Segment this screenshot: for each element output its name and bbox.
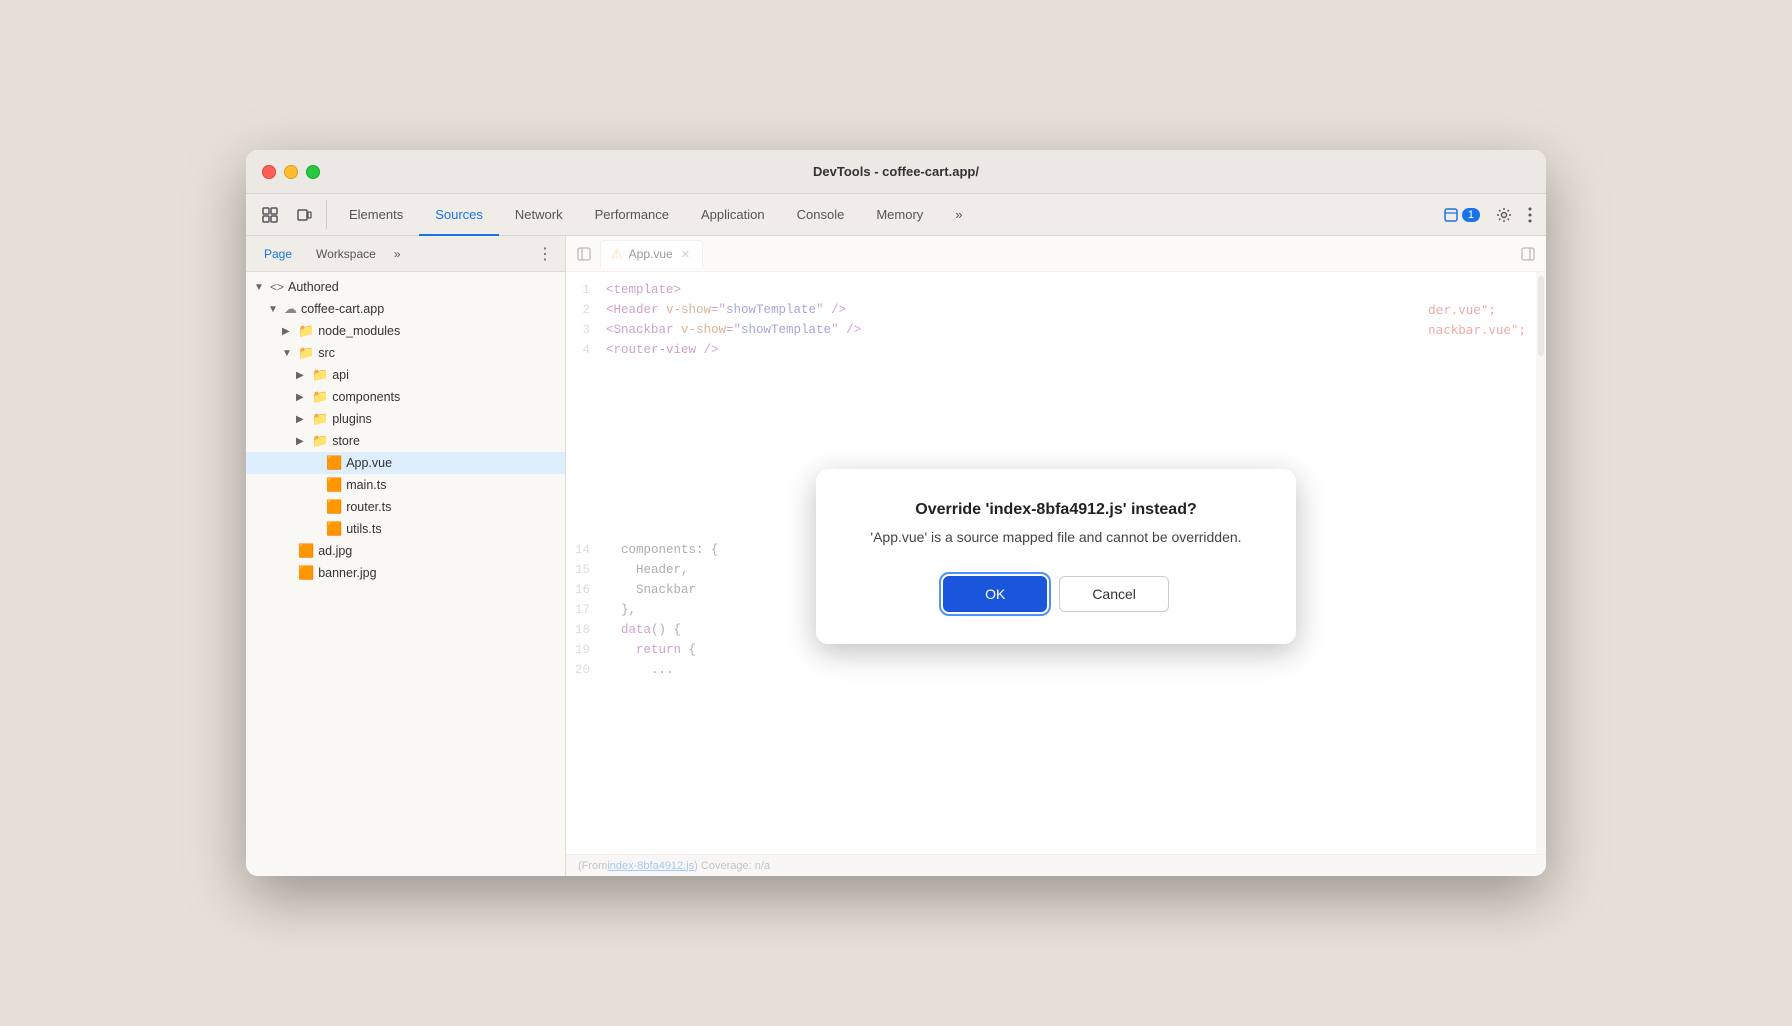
dialog-cancel-button[interactable]: Cancel bbox=[1059, 576, 1169, 612]
sidebar: Page Workspace » ⋮ ▼ <> Authored ▼ bbox=[246, 236, 566, 876]
dialog: Override 'index-8bfa4912.js' instead? 'A… bbox=[816, 469, 1296, 644]
sidebar-menu-button[interactable]: ⋮ bbox=[533, 242, 557, 266]
components-folder-icon: 📁 bbox=[312, 389, 328, 405]
sidebar-tab-page[interactable]: Page bbox=[254, 243, 302, 265]
dialog-message: 'App.vue' is a source mapped file and ca… bbox=[856, 527, 1256, 548]
tree-src[interactable]: ▼ 📁 src bbox=[246, 342, 565, 364]
src-folder-icon: 📁 bbox=[298, 345, 314, 361]
tree-authored[interactable]: ▼ <> Authored bbox=[246, 276, 565, 298]
tab-network[interactable]: Network bbox=[499, 195, 579, 236]
titlebar: DevTools - coffee-cart.app/ bbox=[246, 150, 1546, 194]
tab-application[interactable]: Application bbox=[685, 195, 781, 236]
node-modules-label: node_modules bbox=[318, 324, 400, 338]
coffee-cart-label: coffee-cart.app bbox=[301, 302, 384, 316]
more-options-button[interactable] bbox=[1522, 201, 1538, 229]
api-folder-icon: 📁 bbox=[312, 367, 328, 383]
api-label: api bbox=[332, 368, 349, 382]
node-modules-arrow: ▶ bbox=[282, 326, 296, 337]
tree-node-modules[interactable]: ▶ 📁 node_modules bbox=[246, 320, 565, 342]
banner-jpg-file-icon: 🟧 bbox=[298, 565, 314, 581]
tree-store[interactable]: ▶ 📁 store bbox=[246, 430, 565, 452]
file-tree: ▼ <> Authored ▼ ☁ coffee-cart.app ▶ 📁 no… bbox=[246, 272, 565, 876]
tree-api[interactable]: ▶ 📁 api bbox=[246, 364, 565, 386]
tree-plugins[interactable]: ▶ 📁 plugins bbox=[246, 408, 565, 430]
tab-more[interactable]: » bbox=[939, 195, 978, 236]
tab-memory[interactable]: Memory bbox=[860, 195, 939, 236]
app-vue-file-icon: 🟧 bbox=[326, 455, 342, 471]
folder-icon: 📁 bbox=[298, 323, 314, 339]
components-arrow: ▶ bbox=[296, 392, 310, 403]
window-title: DevTools - coffee-cart.app/ bbox=[813, 164, 979, 179]
tree-app-vue[interactable]: ▶ 🟧 App.vue bbox=[246, 452, 565, 474]
sidebar-tab-workspace[interactable]: Workspace bbox=[306, 243, 386, 265]
utils-ts-file-icon: 🟧 bbox=[326, 521, 342, 537]
dialog-ok-button[interactable]: OK bbox=[943, 576, 1047, 612]
plugins-arrow: ▶ bbox=[296, 414, 310, 425]
tree-ad-jpg[interactable]: ▶ 🟧 ad.jpg bbox=[246, 540, 565, 562]
components-label: components bbox=[332, 390, 400, 404]
cloud-icon: ☁ bbox=[284, 301, 297, 317]
main-ts-file-icon: 🟧 bbox=[326, 477, 342, 493]
toolbar-separator bbox=[326, 200, 327, 229]
main-content: Page Workspace » ⋮ ▼ <> Authored ▼ bbox=[246, 236, 1546, 876]
sidebar-tab-more[interactable]: » bbox=[390, 245, 405, 263]
store-folder-icon: 📁 bbox=[312, 433, 328, 449]
app-vue-label: App.vue bbox=[346, 456, 392, 470]
store-arrow: ▶ bbox=[296, 436, 310, 447]
device-icon[interactable] bbox=[288, 194, 320, 235]
router-ts-label: router.ts bbox=[346, 500, 391, 514]
maximize-button[interactable] bbox=[306, 165, 320, 179]
dialog-buttons: OK Cancel bbox=[856, 576, 1256, 612]
tab-sources[interactable]: Sources bbox=[419, 195, 499, 236]
sidebar-actions: ⋮ bbox=[533, 242, 557, 266]
authored-label: Authored bbox=[288, 280, 339, 294]
banner-jpg-label: banner.jpg bbox=[318, 566, 376, 580]
sidebar-tab-bar: Page Workspace » ⋮ bbox=[246, 236, 565, 272]
src-label: src bbox=[318, 346, 335, 360]
src-arrow: ▼ bbox=[282, 348, 296, 359]
plugins-label: plugins bbox=[332, 412, 372, 426]
tab-console[interactable]: Console bbox=[781, 195, 861, 236]
main-toolbar: Elements Sources Network Performance App… bbox=[246, 194, 1546, 236]
devtools-window: DevTools - coffee-cart.app/ Elements Sou… bbox=[246, 150, 1546, 876]
traffic-lights bbox=[262, 165, 320, 179]
tab-performance[interactable]: Performance bbox=[579, 195, 685, 236]
tree-router-ts[interactable]: ▶ 🟧 router.ts bbox=[246, 496, 565, 518]
api-arrow: ▶ bbox=[296, 370, 310, 381]
tab-elements[interactable]: Elements bbox=[333, 195, 419, 236]
console-badge: 1 bbox=[1462, 208, 1480, 222]
tree-coffee-cart[interactable]: ▼ ☁ coffee-cart.app bbox=[246, 298, 565, 320]
store-label: store bbox=[332, 434, 360, 448]
toolbar-right: 1 bbox=[1438, 194, 1538, 235]
console-toggle[interactable]: 1 bbox=[1438, 201, 1486, 229]
tree-components[interactable]: ▶ 📁 components bbox=[246, 386, 565, 408]
dialog-overlay: Override 'index-8bfa4912.js' instead? 'A… bbox=[566, 236, 1546, 876]
main-tab-bar: Elements Sources Network Performance App… bbox=[333, 194, 1436, 235]
dialog-title: Override 'index-8bfa4912.js' instead? bbox=[856, 501, 1256, 519]
minimize-button[interactable] bbox=[284, 165, 298, 179]
utils-ts-label: utils.ts bbox=[346, 522, 381, 536]
close-button[interactable] bbox=[262, 165, 276, 179]
ad-jpg-label: ad.jpg bbox=[318, 544, 352, 558]
inspect-icon[interactable] bbox=[254, 194, 286, 235]
authored-arrow: ▼ bbox=[254, 282, 268, 293]
coffee-cart-arrow: ▼ bbox=[268, 304, 282, 315]
main-ts-label: main.ts bbox=[346, 478, 386, 492]
tree-main-ts[interactable]: ▶ 🟧 main.ts bbox=[246, 474, 565, 496]
router-ts-file-icon: 🟧 bbox=[326, 499, 342, 515]
tree-banner-jpg[interactable]: ▶ 🟧 banner.jpg bbox=[246, 562, 565, 584]
code-area: ⚠ App.vue ✕ 1 <template> bbox=[566, 236, 1546, 876]
ad-jpg-file-icon: 🟧 bbox=[298, 543, 314, 559]
settings-button[interactable] bbox=[1490, 201, 1518, 229]
plugins-folder-icon: 📁 bbox=[312, 411, 328, 427]
tree-utils-ts[interactable]: ▶ 🟧 utils.ts bbox=[246, 518, 565, 540]
